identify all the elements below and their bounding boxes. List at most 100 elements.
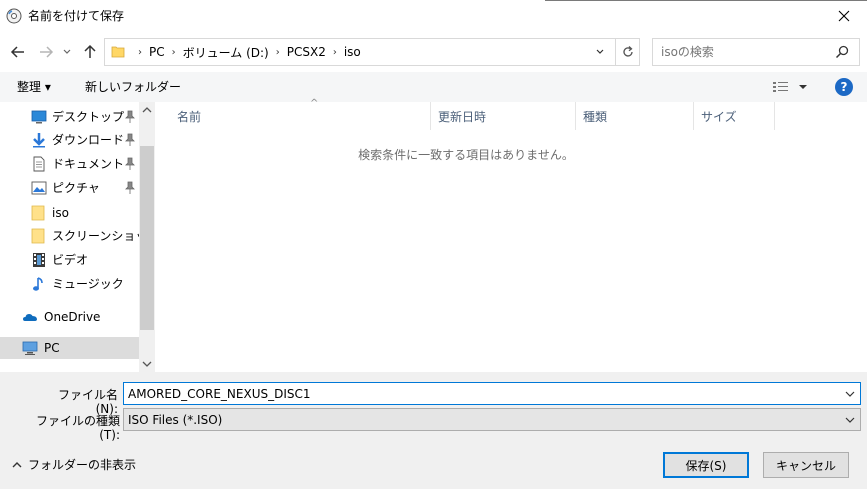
search-icon[interactable] xyxy=(835,45,849,59)
nav-item-label: デスクトップ xyxy=(52,110,125,124)
folder-icon xyxy=(31,205,45,221)
address-bar[interactable]: › PC › ボリューム (D:) › PCSX2 › iso xyxy=(104,38,640,66)
column-header-label: 名前 xyxy=(177,109,202,124)
hide-folders-toggle[interactable]: フォルダーの非表示 xyxy=(12,458,136,472)
nav-item-label: ドキュメント xyxy=(52,157,125,171)
title-bar: 名前を付けて保存 xyxy=(0,0,867,32)
title-rule xyxy=(545,0,867,1)
desktop-icon xyxy=(31,110,47,124)
chevron-down-icon[interactable] xyxy=(142,360,152,368)
nav-item-iso[interactable]: iso xyxy=(0,202,140,224)
view-options-button[interactable] xyxy=(772,80,808,94)
nav-item-label: iso xyxy=(52,206,69,220)
nav-item-screenshots[interactable]: スクリーンショット xyxy=(0,225,155,247)
nav-item-label: ビデオ xyxy=(52,253,89,267)
chevron-down-icon xyxy=(845,417,855,423)
forward-button[interactable] xyxy=(36,42,56,62)
pin-icon xyxy=(125,110,135,123)
document-icon xyxy=(33,156,45,172)
crumb-pc[interactable]: PC xyxy=(149,45,165,59)
help-icon[interactable]: ? xyxy=(835,78,853,96)
column-header-name[interactable]: 名前 ^ xyxy=(170,98,431,130)
pictures-icon xyxy=(31,181,47,195)
crumb-pcsx2[interactable]: PCSX2 xyxy=(287,45,326,59)
column-header-modified[interactable]: 更新日時 xyxy=(431,102,576,130)
chevron-right-icon: › xyxy=(275,46,280,58)
file-list[interactable]: 名前 ^ 更新日時 種類 サイズ 検索条件に一致する項目はありません。 xyxy=(155,98,867,372)
folder-icon xyxy=(111,46,125,58)
organize-menu-button[interactable]: 整理 ▾ xyxy=(17,80,51,94)
nav-item-videos[interactable]: ビデオ xyxy=(0,249,140,271)
folder-icon xyxy=(31,228,45,244)
refresh-icon xyxy=(623,46,633,57)
download-icon xyxy=(33,133,45,148)
column-header-type[interactable]: 種類 xyxy=(576,102,694,130)
navigation-row: › PC › ボリューム (D:) › PCSX2 › iso xyxy=(0,32,867,72)
nav-item-desktop[interactable]: デスクトップ xyxy=(0,106,140,128)
up-button[interactable] xyxy=(80,42,100,62)
breadcrumb: › PC › ボリューム (D:) › PCSX2 › iso xyxy=(131,39,361,65)
pc-icon xyxy=(22,341,38,355)
nav-item-label: PC xyxy=(44,341,60,355)
crumb-volume[interactable]: ボリューム (D:) xyxy=(183,44,269,61)
chevron-right-icon: › xyxy=(138,46,142,58)
crumb-iso[interactable]: iso xyxy=(344,45,361,59)
arrow-right-icon xyxy=(40,46,54,58)
nav-item-label: OneDrive xyxy=(44,310,101,324)
nav-item-downloads[interactable]: ダウンロード xyxy=(0,129,140,151)
music-icon xyxy=(33,277,43,291)
chevron-up-icon[interactable] xyxy=(142,106,152,114)
arrow-up-icon xyxy=(84,44,96,58)
empty-message: 検索条件に一致する項目はありません。 xyxy=(358,148,574,162)
refresh-button[interactable] xyxy=(615,39,640,65)
chevron-down-icon xyxy=(63,49,71,54)
onedrive-icon xyxy=(23,314,37,321)
arrow-left-icon xyxy=(10,46,24,58)
command-bar: 整理 ▾ 新しいフォルダー ? xyxy=(0,72,867,102)
nav-item-label: ピクチャ xyxy=(52,181,100,195)
filetype-value: ISO Files (*.ISO) xyxy=(128,413,223,427)
video-icon xyxy=(33,253,45,267)
column-header-size[interactable]: サイズ xyxy=(694,102,775,130)
back-button[interactable] xyxy=(8,42,28,62)
pin-icon xyxy=(125,157,135,170)
search-box[interactable] xyxy=(652,38,860,66)
recent-locations-button[interactable] xyxy=(60,42,74,62)
filename-input[interactable] xyxy=(128,386,828,402)
save-button[interactable]: 保存(S) xyxy=(663,452,749,478)
column-header-label: 更新日時 xyxy=(438,109,487,124)
nav-item-pc[interactable]: PC xyxy=(0,337,139,359)
filename-combobox[interactable] xyxy=(123,382,861,405)
details-view-icon xyxy=(773,82,788,92)
disc-icon xyxy=(6,8,22,24)
close-icon xyxy=(838,10,850,22)
pin-icon xyxy=(125,181,135,194)
nav-item-documents[interactable]: ドキュメント xyxy=(0,153,140,175)
chevron-down-icon xyxy=(596,49,604,54)
chevron-down-icon xyxy=(799,85,807,89)
cancel-button[interactable]: キャンセル xyxy=(763,452,849,478)
filetype-label: ファイルの種類(T): xyxy=(35,414,120,442)
save-form: ファイル名(N): ファイルの種類(T): ISO Files (*.ISO) … xyxy=(0,372,867,489)
nav-item-music[interactable]: ミュージック xyxy=(0,273,140,295)
chevron-right-icon: › xyxy=(171,46,176,58)
nav-item-label: ミュージック xyxy=(52,277,124,291)
filename-label: ファイル名(N): xyxy=(57,388,118,416)
close-button[interactable] xyxy=(821,0,867,32)
filetype-select[interactable]: ISO Files (*.ISO) xyxy=(123,408,861,431)
chevron-up-icon xyxy=(12,462,22,468)
new-folder-button[interactable]: 新しいフォルダー xyxy=(85,80,181,94)
nav-item-pictures[interactable]: ピクチャ xyxy=(0,177,140,199)
search-input[interactable] xyxy=(661,44,821,60)
nav-item-onedrive[interactable]: OneDrive xyxy=(0,306,140,328)
chevron-down-icon[interactable] xyxy=(844,387,856,401)
column-header-label: 種類 xyxy=(583,109,608,124)
nav-scrollbar-thumb[interactable] xyxy=(140,146,154,330)
hide-folders-label: フォルダーの非表示 xyxy=(28,458,137,472)
sort-ascending-icon: ^ xyxy=(310,98,319,109)
window-title: 名前を付けて保存 xyxy=(28,9,125,23)
navigation-pane: デスクトップ ダウンロード ドキュメント ピクチャ iso スクリーンショット … xyxy=(0,102,155,372)
pin-icon xyxy=(125,133,135,146)
column-header-label: サイズ xyxy=(701,109,737,124)
address-dropdown-button[interactable] xyxy=(590,42,610,62)
